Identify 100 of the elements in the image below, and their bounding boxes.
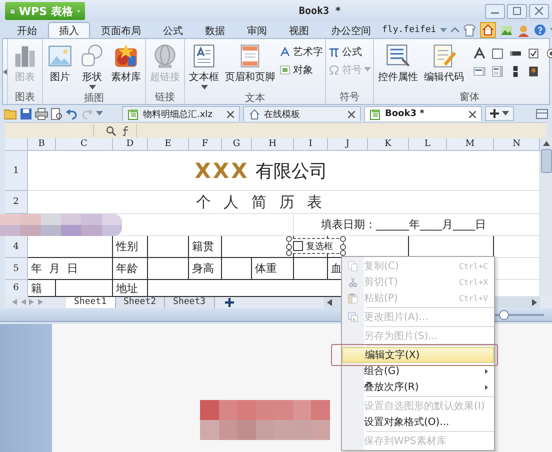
ribbon-tab[interactable]: 开始 [6, 22, 48, 38]
ribbon-button[interactable]: 素材库 [109, 41, 143, 92]
minimize-button[interactable] [485, 4, 505, 18]
ribbon-button[interactable]: 艺术字 [279, 44, 323, 59]
column-header[interactable]: M [447, 138, 494, 151]
sheet-tab[interactable]: Sheet3 [165, 296, 215, 308]
column-header[interactable]: C [56, 138, 113, 151]
copy-icon [347, 260, 359, 272]
ribbon-tab[interactable]: 视图 [278, 22, 320, 38]
scroll-up-icon[interactable] [542, 141, 550, 146]
globe-icon [152, 43, 178, 69]
column-header[interactable]: E [148, 138, 189, 151]
vertical-scrollbar[interactable] [540, 138, 552, 297]
ribbon-tab[interactable]: 公式 [152, 22, 194, 38]
maximize-button[interactable] [507, 4, 527, 18]
save-icon[interactable] [20, 108, 32, 120]
caret-icon [88, 85, 96, 90]
ribbon-button[interactable]: 形状 [77, 41, 107, 92]
column-header[interactable]: I [294, 138, 328, 151]
close-icon[interactable] [469, 110, 476, 118]
slider-thumb[interactable] [499, 310, 509, 320]
sheet-tab[interactable]: Sheet1 [66, 296, 116, 308]
close-button[interactable] [529, 4, 549, 18]
spreadsheet-icon [128, 108, 139, 120]
caret-icon [502, 111, 509, 116]
scroll-right-icon[interactable] [532, 298, 537, 306]
sheet-cell: 籍贯 [189, 236, 222, 258]
gallery-icon [113, 43, 139, 69]
ribbon-button[interactable]: 文本框 [187, 41, 221, 92]
user-name[interactable]: fly.feifei [382, 25, 436, 35]
collapse-icon[interactable] [451, 27, 460, 33]
print-preview-icon[interactable] [51, 108, 63, 120]
document-tab[interactable]: 物料明细总汇.xlz [122, 106, 240, 121]
column-header[interactable]: J [328, 138, 368, 151]
scroll-left-icon[interactable] [327, 298, 332, 306]
sheet-cell: 年龄 [113, 258, 148, 280]
form-control-button[interactable] [490, 46, 505, 61]
plus-icon [224, 298, 234, 306]
ribbon-button[interactable]: 控件属性 [376, 41, 420, 91]
landscape-picture-icon [47, 43, 73, 69]
image-control-icon [527, 65, 540, 78]
printer-icon[interactable] [35, 108, 48, 120]
sheet-tab[interactable]: Sheet2 [116, 296, 166, 308]
form-control-button[interactable] [472, 46, 487, 61]
column-header[interactable]: L [409, 138, 447, 151]
house-icon [249, 108, 260, 120]
group-label: 文本 [244, 92, 266, 105]
row-header[interactable]: 1 [5, 151, 28, 191]
column-header[interactable]: G [222, 138, 252, 151]
empty-cell [222, 258, 252, 280]
home-button[interactable] [480, 22, 496, 38]
ribbon-tab[interactable]: 审阅 [236, 22, 278, 38]
pi-icon [328, 46, 340, 58]
ribbon-button[interactable]: 公式 [328, 44, 371, 59]
close-icon[interactable] [348, 110, 355, 118]
ribbon-button[interactable]: 页眉和页脚 [223, 41, 277, 92]
search-icon[interactable] [106, 126, 116, 136]
undo-icon[interactable] [66, 108, 78, 120]
ribbon-tab[interactable]: 页面布局 [90, 22, 152, 38]
help-icon[interactable] [534, 24, 546, 36]
window-title: Book3 * [298, 6, 342, 16]
group-label: 窗体 [458, 91, 480, 104]
row-header[interactable]: 5 [5, 258, 28, 280]
column-header[interactable]: D [113, 138, 148, 151]
combo-box-icon [491, 65, 504, 78]
close-icon[interactable] [227, 110, 234, 118]
landscape-icon[interactable] [500, 24, 514, 36]
menu-item[interactable]: 组合(G) [342, 363, 494, 379]
column-header[interactable]: H [252, 138, 294, 151]
form-control-button[interactable] [526, 64, 541, 79]
ribbon-button[interactable]: 对象 [279, 62, 323, 77]
maximize-icon [513, 7, 521, 15]
new-tab-button[interactable] [485, 106, 514, 121]
function-icon[interactable] [121, 126, 131, 136]
caret-icon [96, 111, 103, 116]
column-header[interactable]: B [28, 138, 56, 151]
person-icon[interactable] [517, 24, 530, 36]
ribbon-button[interactable]: 图片 [45, 41, 75, 92]
column-header[interactable]: K [368, 138, 409, 151]
shirt-icon[interactable] [463, 24, 476, 36]
ribbon-tab[interactable]: 数据 [194, 22, 236, 38]
ribbon-button[interactable]: 编辑代码 [422, 41, 466, 91]
letter-a-icon [279, 46, 291, 58]
document-tab[interactable]: Book3 * [364, 106, 482, 121]
column-header[interactable]: F [189, 138, 222, 151]
plus-icon [490, 109, 499, 118]
menu-item[interactable]: 设置对象格式(O)... [342, 414, 494, 430]
ribbon-tab[interactable]: 办公空间 [320, 22, 382, 38]
menu-item[interactable]: 编辑文字(X) [342, 347, 494, 363]
list-box-icon [473, 65, 486, 78]
ribbon-tab[interactable]: 插入 [48, 22, 90, 38]
scroll-left-icon[interactable] [3, 68, 7, 74]
window-layout-icon[interactable] [536, 108, 548, 118]
scrollbar-thumb[interactable] [540, 149, 552, 173]
checkbox-label: 复选框 [306, 240, 333, 252]
checkbox[interactable] [293, 241, 303, 251]
document-tab[interactable]: 在线模板 [243, 106, 361, 121]
checkbox-control[interactable]: 复选框 [288, 238, 344, 254]
form-control-button[interactable] [526, 46, 541, 61]
menu-item[interactable]: 叠放次序(R) [342, 379, 494, 395]
